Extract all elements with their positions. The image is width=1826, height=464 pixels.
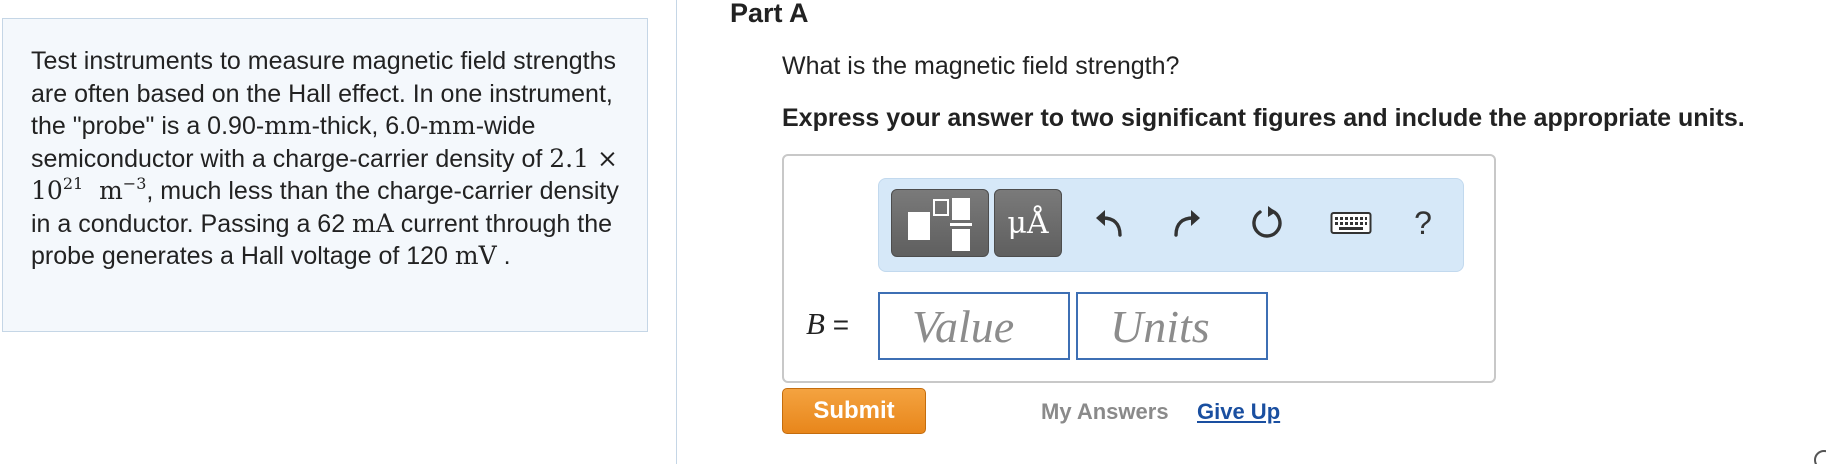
question-text: What is the magnetic field strength? xyxy=(782,52,1180,80)
partial-circle-icon xyxy=(1814,450,1826,464)
problem-text-2: -thick, 6.0- xyxy=(311,112,429,140)
math-toolbar: μÅ ? xyxy=(878,178,1464,272)
redo-button[interactable] xyxy=(1157,191,1217,255)
instruction-text: Express your answer to two significant f… xyxy=(782,104,1745,132)
panel-divider xyxy=(676,0,677,464)
units-input[interactable] xyxy=(1076,292,1268,360)
page: Test instruments to measure magnetic fie… xyxy=(0,0,1826,464)
help-button[interactable]: ? xyxy=(1393,191,1453,255)
my-answers-label: My Answers xyxy=(1041,399,1169,424)
unit-mV: mV xyxy=(454,241,497,270)
redo-icon xyxy=(1174,210,1200,237)
density-exponent: 21 xyxy=(62,174,84,193)
answer-variable-label: B = xyxy=(806,306,849,342)
keyboard-icon xyxy=(1330,212,1372,234)
equals-sign: = xyxy=(824,309,850,340)
keyboard-button[interactable] xyxy=(1321,191,1381,255)
unit-mm-1: mm xyxy=(264,111,312,140)
unit-mm-2: mm xyxy=(428,111,476,140)
answer-box: μÅ ? B = Value Units xyxy=(782,154,1496,383)
density-unit: m xyxy=(99,176,123,205)
undo-icon xyxy=(1096,210,1122,237)
reset-icon xyxy=(1252,206,1282,238)
template-button[interactable] xyxy=(891,189,989,257)
part-title: Part A xyxy=(730,0,809,28)
units-button[interactable]: μÅ xyxy=(994,189,1062,257)
unit-mA: mA xyxy=(352,208,394,238)
problem-statement: Test instruments to measure magnetic fie… xyxy=(31,45,619,273)
undo-button[interactable] xyxy=(1079,191,1139,255)
reset-button[interactable] xyxy=(1237,191,1297,255)
density-unit-exponent: −3 xyxy=(122,174,147,193)
problem-text-6: . xyxy=(496,242,511,270)
value-input[interactable] xyxy=(878,292,1070,360)
submit-button[interactable]: Submit xyxy=(782,388,926,434)
problem-panel: Test instruments to measure magnetic fie… xyxy=(2,18,648,332)
template-icon xyxy=(908,198,972,251)
variable-symbol: B xyxy=(806,306,825,341)
give-up-link[interactable]: Give Up xyxy=(1197,399,1280,425)
